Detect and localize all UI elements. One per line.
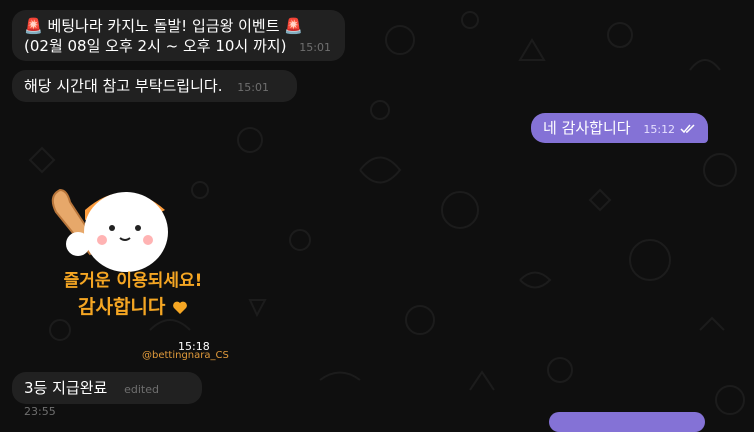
- message-time: 15:18: [178, 340, 210, 353]
- message-time: 15:01: [299, 41, 331, 54]
- message-time: 15:12: [643, 123, 676, 136]
- message-text: 3등 지급완료: [24, 379, 108, 397]
- message-text-line: 🚨 베팅나라 카지노 돌발! 입금왕 이벤트 🚨: [24, 17, 303, 35]
- message-text: 해당 시간대 참고 부탁드립니다.: [24, 77, 223, 95]
- message-bubble[interactable]: 3등 지급완료 edited 23:55: [12, 372, 202, 418]
- message-text-line: (02월 08일 오후 2시 ~ 오후 10시 까지): [24, 37, 287, 55]
- sticker-text-line-2: 감사합니다: [48, 292, 218, 319]
- message-time: 15:01: [237, 81, 269, 94]
- sticker-message[interactable]: 즐거운 이용되세요! 감사합니다 @bettingnara_CS 15:18: [20, 170, 230, 361]
- heart-icon: [173, 301, 187, 314]
- message-text: 네 감사합니다: [543, 119, 631, 137]
- message-bubble[interactable]: 해당 시간대 참고 부탁드립니다. 15:01: [12, 70, 297, 102]
- message-bubble[interactable]: 🚨 베팅나라 카지노 돌발! 입금왕 이벤트 🚨 (02월 08일 오후 2시 …: [12, 10, 345, 61]
- double-check-icon: [680, 123, 695, 133]
- outgoing-message-bubble[interactable]: 네 감사합니다 15:12: [531, 113, 708, 143]
- outgoing-message-bubble-partial[interactable]: [549, 412, 705, 432]
- sticker-text-line: 즐거운 이용되세요!: [63, 271, 203, 291]
- cat-mascot-sticker: [51, 188, 168, 272]
